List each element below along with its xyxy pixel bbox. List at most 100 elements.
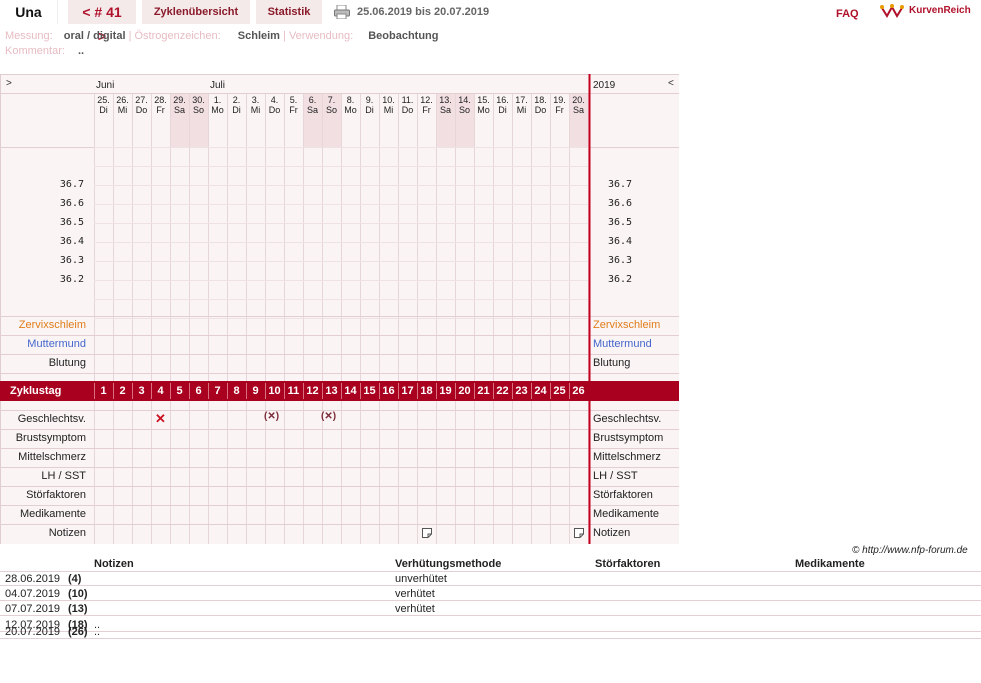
day-weekday: Mo	[344, 105, 357, 115]
cycle-day-number[interactable]: 1	[94, 385, 113, 397]
temp-label-right: 36.5	[608, 217, 633, 228]
table-header-stoerfaktoren: Störfaktoren	[595, 558, 661, 570]
cycle-day-number[interactable]: 9	[246, 385, 265, 397]
day-header[interactable]: 5. Fr	[284, 95, 303, 115]
cycle-day-number[interactable]: 7	[208, 385, 227, 397]
cycle-day-number[interactable]: 18	[417, 385, 436, 397]
day-header[interactable]: 7. So	[322, 95, 341, 115]
day-date: 28.	[154, 95, 167, 105]
day-header[interactable]: 1. Mo	[208, 95, 227, 115]
table-row-method: verhütet	[395, 603, 435, 615]
cycle-day-number[interactable]: 13	[322, 385, 341, 397]
temp-label-right: 36.3	[608, 255, 633, 266]
cycle-day-number[interactable]: 19	[436, 385, 455, 397]
cycle-day-number[interactable]: 17	[398, 385, 417, 397]
cycle-day-number[interactable]: 22	[493, 385, 512, 397]
day-header[interactable]: 12. Fr	[417, 95, 436, 115]
row-label-right: Brustsymptom	[593, 432, 664, 444]
cycle-day-number[interactable]: 5	[170, 385, 189, 397]
cycle-day-number[interactable]: 24	[531, 385, 550, 397]
cycle-day-number[interactable]: 14	[341, 385, 360, 397]
cycle-bar-separator	[417, 383, 418, 399]
day-header[interactable]: 13. Sa	[436, 95, 455, 115]
note-icon[interactable]	[574, 528, 584, 538]
day-header[interactable]: 28. Fr	[151, 95, 170, 115]
cycle-day-number[interactable]: 26	[569, 385, 588, 397]
cycle-day-number[interactable]: 25	[550, 385, 569, 397]
copyright[interactable]: © http://www.nfp-forum.de	[852, 545, 968, 556]
note-icon[interactable]	[422, 528, 432, 538]
day-header[interactable]: 20. Sa	[569, 95, 588, 115]
day-header[interactable]: 29. Sa	[170, 95, 189, 115]
row-label-left: Blutung	[48, 357, 86, 369]
cycle-bar-separator	[531, 383, 532, 399]
day-header[interactable]: 15. Mo	[474, 95, 493, 115]
chart-nav-left[interactable]: >	[6, 78, 12, 89]
cycle-day-number[interactable]: 23	[512, 385, 531, 397]
intercourse-mark[interactable]: (✕)	[321, 411, 336, 422]
day-header[interactable]: 18. Do	[531, 95, 550, 115]
cycle-bar-separator	[379, 383, 380, 399]
month-label: Juli	[210, 80, 226, 91]
row-label-left: Notizen	[48, 527, 86, 539]
row-label-right: Störfaktoren	[593, 489, 653, 501]
day-weekday: Mi	[117, 105, 128, 115]
cycle-day-number[interactable]: 16	[379, 385, 398, 397]
cycle-day-number[interactable]: 8	[227, 385, 246, 397]
day-header[interactable]: 16. Di	[493, 95, 512, 115]
day-weekday: Di	[365, 105, 374, 115]
day-date: 27.	[135, 95, 148, 105]
day-weekday: Di	[498, 105, 507, 115]
table-row-divider	[0, 585, 981, 586]
day-header[interactable]: 27. Do	[132, 95, 151, 115]
day-header[interactable]: 4. Do	[265, 95, 284, 115]
day-weekday: Mi	[250, 105, 261, 115]
cycle-bar-separator	[550, 383, 551, 399]
cycle-bar-separator	[132, 383, 133, 399]
day-header[interactable]: 3. Mi	[246, 95, 265, 115]
intercourse-mark[interactable]: ✕	[155, 411, 166, 427]
cycle-bar-separator	[284, 383, 285, 399]
day-weekday: Di	[99, 105, 108, 115]
day-header[interactable]: 25. Di	[94, 95, 113, 115]
cycle-day-number[interactable]: 6	[189, 385, 208, 397]
cycle-bar-separator	[512, 383, 513, 399]
day-date: 13.	[439, 95, 452, 105]
cycle-day-number[interactable]: 3	[132, 385, 151, 397]
day-header[interactable]: 9. Di	[360, 95, 379, 115]
day-weekday: Fr	[422, 105, 431, 115]
day-header[interactable]: 14. So	[455, 95, 474, 115]
intercourse-mark[interactable]: (✕)	[264, 411, 279, 422]
cycle-day-number[interactable]: 20	[455, 385, 474, 397]
cycle-day-number[interactable]: 12	[303, 385, 322, 397]
cycle-day-number[interactable]: 4	[151, 385, 170, 397]
day-date: 20.	[572, 95, 585, 105]
year-label: 2019	[593, 80, 616, 91]
cycle-day-number[interactable]: 21	[474, 385, 493, 397]
cycle-day-number[interactable]: 11	[284, 385, 303, 397]
day-header[interactable]: 11. Do	[398, 95, 417, 115]
day-date: 17.	[515, 95, 528, 105]
day-date: 1.	[213, 95, 222, 105]
day-header[interactable]: 2. Di	[227, 95, 246, 115]
row-label-right: Muttermund	[593, 338, 652, 350]
row-label-left: Mittelschmerz	[18, 451, 86, 463]
cycle-day-number[interactable]: 15	[360, 385, 379, 397]
day-header[interactable]: 6. Sa	[303, 95, 322, 115]
day-date: 2.	[232, 95, 241, 105]
day-weekday: Sa	[306, 105, 318, 115]
cycle-bar-separator	[151, 383, 152, 399]
day-header[interactable]: 26. Mi	[113, 95, 132, 115]
day-header[interactable]: 8. Mo	[341, 95, 360, 115]
row-label-left: Brustsymptom	[15, 432, 86, 444]
day-date: 3.	[251, 95, 260, 105]
day-header[interactable]: 10. Mi	[379, 95, 398, 115]
day-header[interactable]: 17. Mi	[512, 95, 531, 115]
chart-nav-right[interactable]: <	[668, 78, 674, 89]
cycle-day-number[interactable]: 2	[113, 385, 132, 397]
day-weekday: Mi	[516, 105, 527, 115]
row-label-right: LH / SST	[593, 470, 638, 482]
day-header[interactable]: 30. So	[189, 95, 208, 115]
cycle-day-number[interactable]: 10	[265, 385, 284, 397]
day-header[interactable]: 19. Fr	[550, 95, 569, 115]
